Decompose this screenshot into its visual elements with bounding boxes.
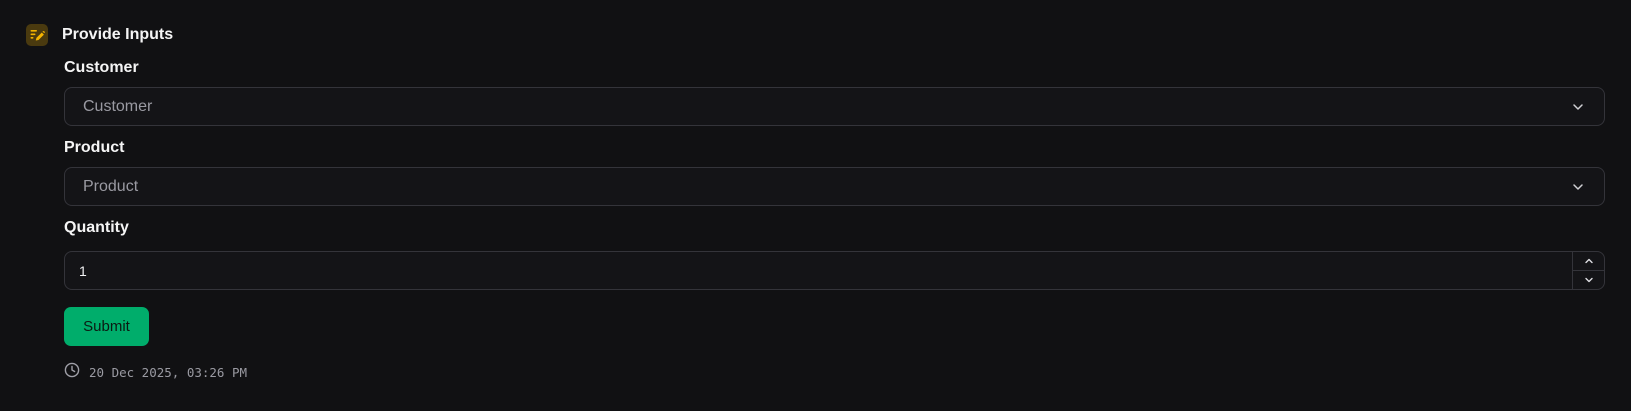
form-title: Provide Inputs xyxy=(62,26,174,43)
customer-select[interactable]: Customer xyxy=(64,87,1605,126)
product-label: Product xyxy=(64,139,125,156)
timestamp: 20 Dec 2025, 03:26 PM xyxy=(64,362,247,383)
decrement-button[interactable] xyxy=(1573,270,1604,289)
quantity-input[interactable] xyxy=(65,252,1572,289)
submit-button[interactable]: Submit xyxy=(64,307,149,346)
quantity-label: Quantity xyxy=(64,219,129,236)
chevron-down-icon xyxy=(1570,99,1586,115)
timestamp-text: 20 Dec 2025, 03:26 PM xyxy=(89,365,248,380)
product-select[interactable]: Product xyxy=(64,167,1605,206)
customer-label: Customer xyxy=(64,59,139,76)
product-select-value: Product xyxy=(83,177,139,195)
chevron-up-icon xyxy=(1584,258,1593,264)
customer-select-value: Customer xyxy=(83,97,153,115)
form-header: Provide Inputs xyxy=(26,24,173,46)
input-form-panel: Provide Inputs Customer Customer Product… xyxy=(0,0,1631,411)
edit-form-icon xyxy=(26,24,48,46)
chevron-down-icon xyxy=(1570,179,1586,195)
quantity-stepper xyxy=(64,251,1605,290)
clock-icon xyxy=(64,362,80,383)
chevron-down-icon xyxy=(1584,277,1593,283)
quantity-stepper-controls xyxy=(1572,252,1604,289)
increment-button[interactable] xyxy=(1573,252,1604,270)
